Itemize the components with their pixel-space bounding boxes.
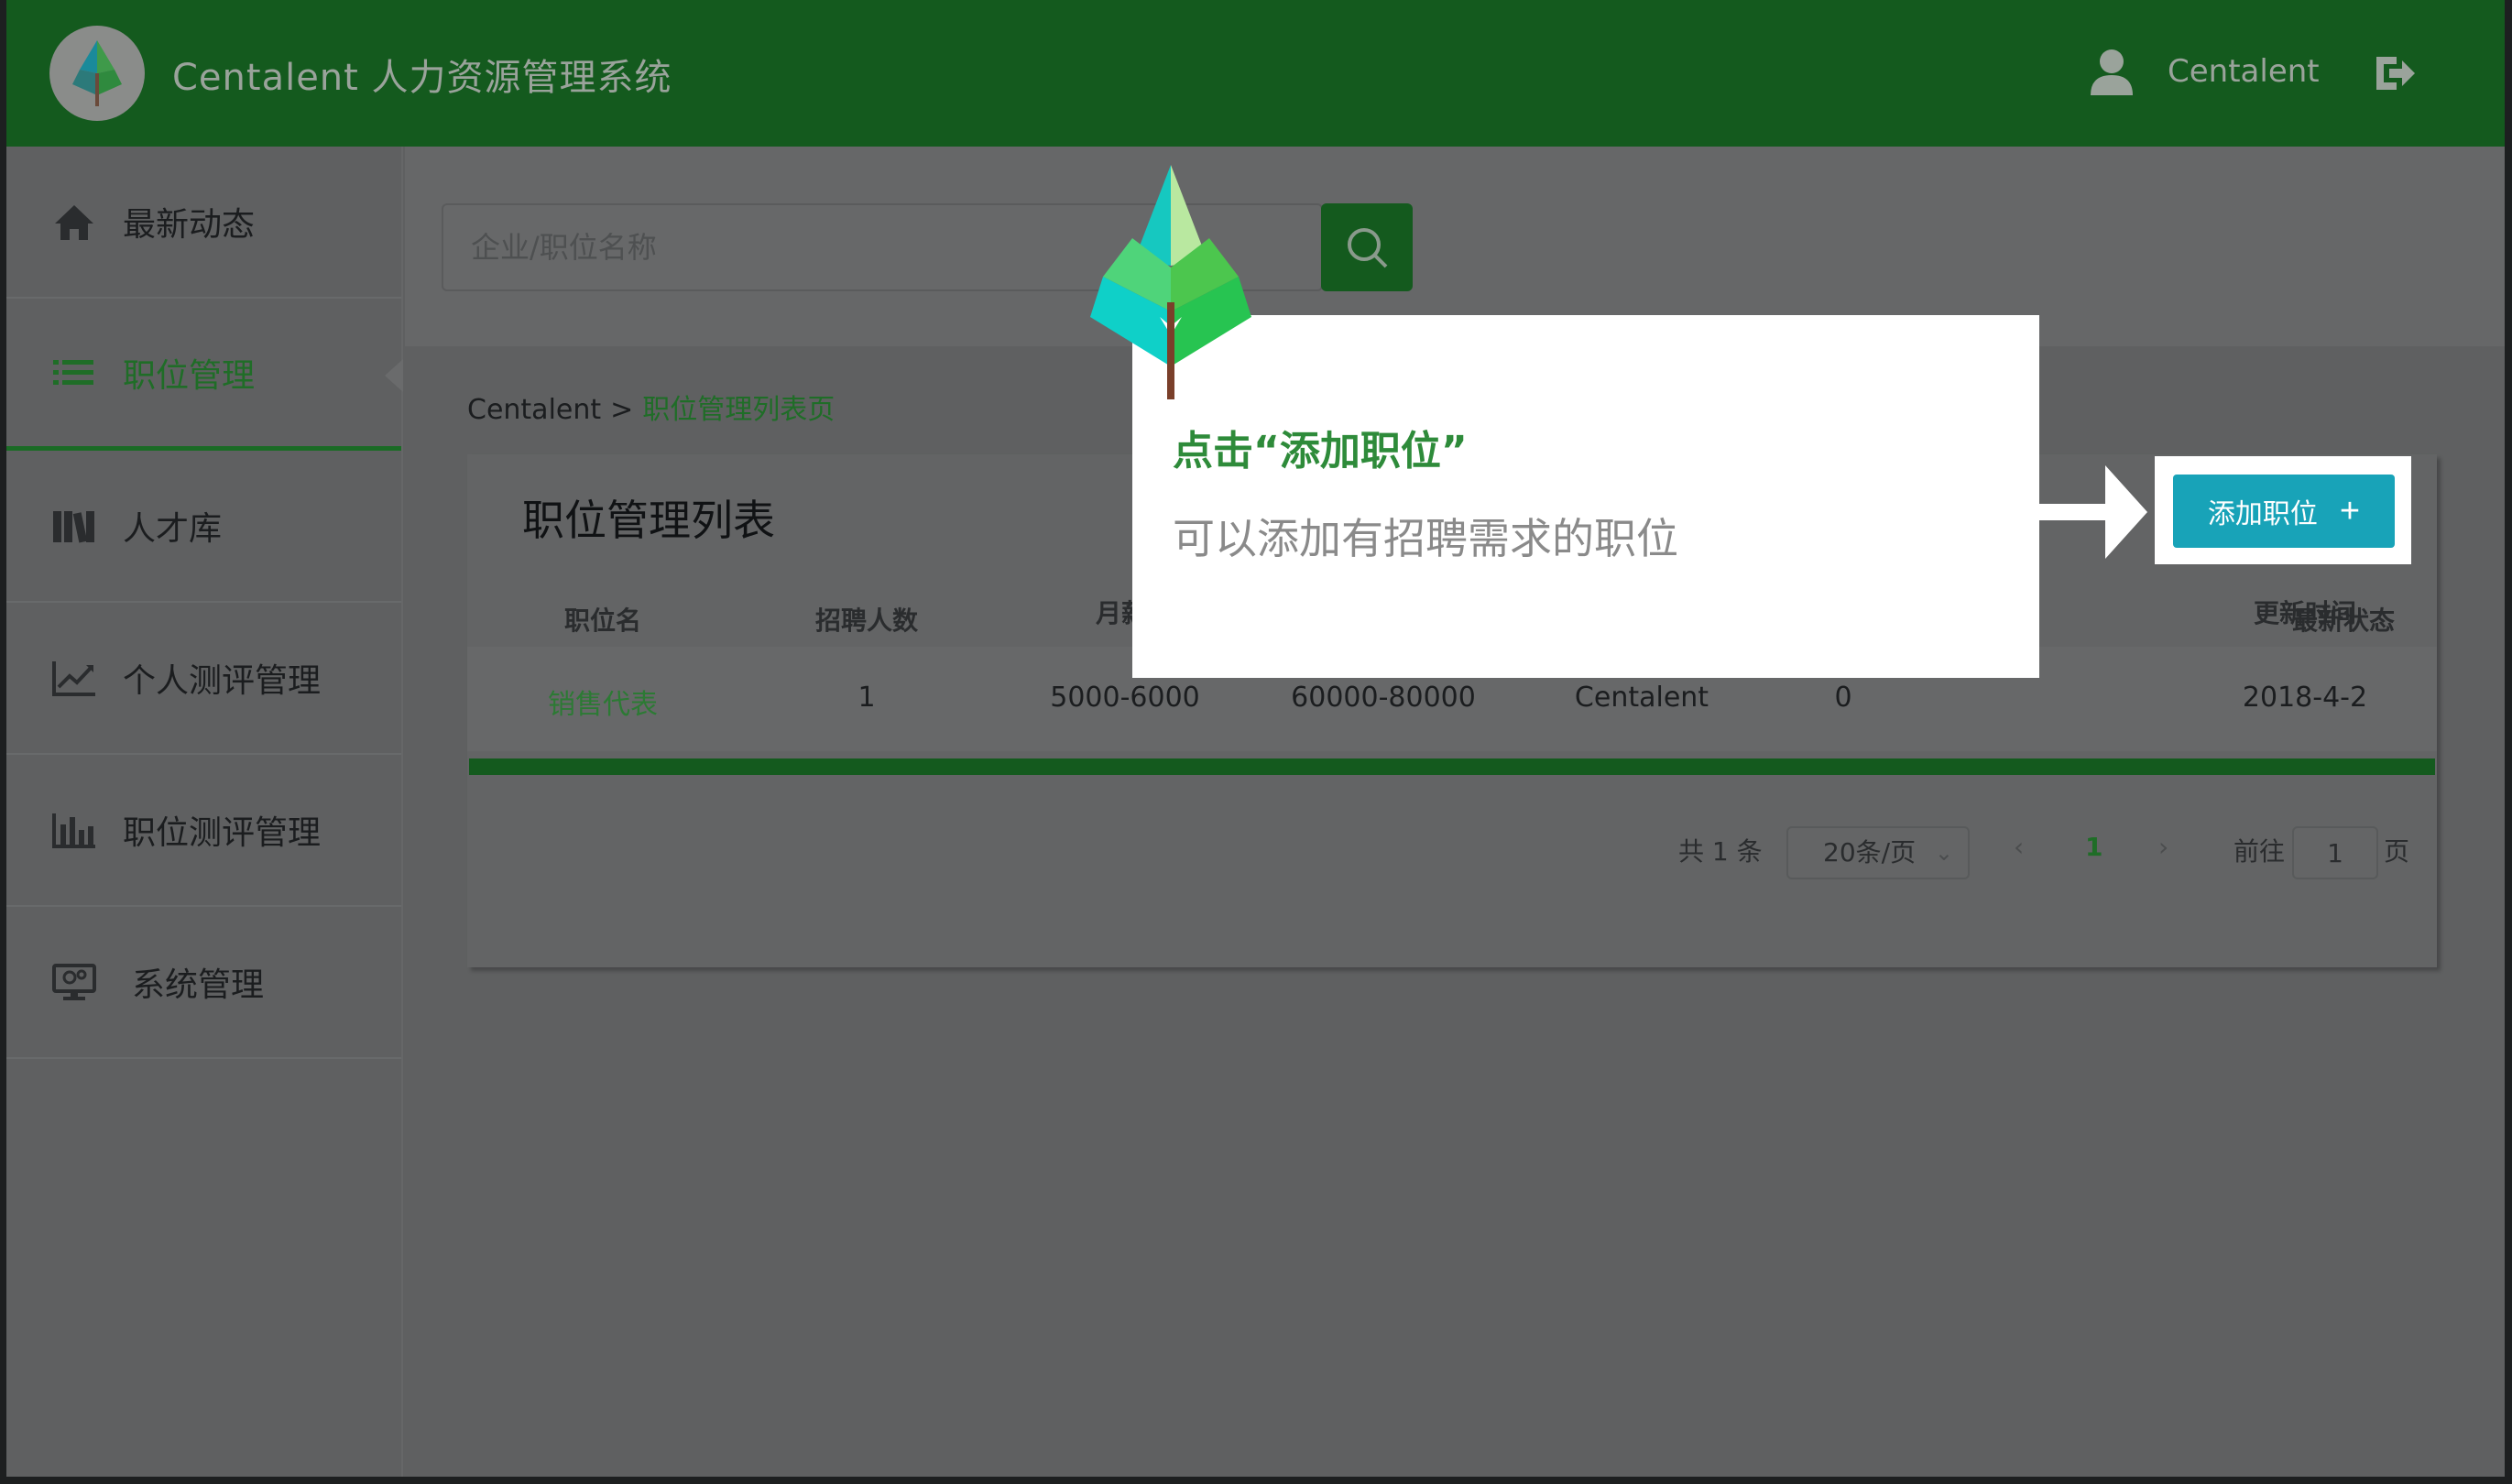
sidebar: 最新动态 职位管理 人才库 个人测评管理 职位测评管理 系统管理 <box>0 147 403 1484</box>
window-frame-right <box>2505 0 2512 1484</box>
add-position-label: 添加职位 <box>2207 499 2318 529</box>
top-header: Centalent 人力资源管理系统 Centalent <box>0 0 2512 147</box>
cell-applications: 0 <box>1834 682 1852 714</box>
plus-icon: + <box>2339 492 2361 530</box>
sidebar-item-personal-assessment[interactable]: 个人测评管理 <box>0 603 401 755</box>
card-title: 职位管理列表 <box>522 496 775 545</box>
column-header: 招聘人数 <box>814 606 919 636</box>
cell-monthly-salary: 5000-6000 <box>1050 682 1200 714</box>
tooltip-body: 可以添加有招聘需求的职位 <box>1173 514 1678 563</box>
sidebar-item-position-assessment[interactable]: 职位测评管理 <box>0 755 401 907</box>
chevron-left-icon[interactable]: ‹ <box>2014 832 2024 862</box>
breadcrumb-separator: > <box>610 394 634 426</box>
cell-count: 1 <box>857 682 876 714</box>
arrow-right-icon <box>2039 465 2147 559</box>
page-size-select[interactable]: 20条/页 ⌄ <box>1786 826 1970 879</box>
sidebar-item-positions[interactable]: 职位管理 <box>0 299 403 451</box>
bar-chart-icon <box>52 813 95 848</box>
list-icon <box>53 359 93 385</box>
breadcrumb-root[interactable]: Centalent <box>467 394 601 426</box>
tree-mascot-icon <box>1090 165 1251 399</box>
active-indicator <box>385 359 403 392</box>
sidebar-item-label: 人才库 <box>123 510 223 548</box>
window-frame-bottom <box>0 1477 2512 1484</box>
table-scrollbar[interactable] <box>469 758 2435 775</box>
line-chart-icon <box>52 661 95 696</box>
sidebar-item-label: 个人测评管理 <box>123 662 322 700</box>
sidebar-item-system[interactable]: 系统管理 <box>0 907 401 1059</box>
leaf-logo-icon[interactable] <box>49 26 145 121</box>
add-position-button[interactable]: 添加职位 + <box>2173 475 2395 548</box>
pagination-total: 共 1 条 <box>1678 836 1763 867</box>
user-name[interactable]: Centalent <box>2168 53 2320 90</box>
page-suffix: 页 <box>2384 836 2410 867</box>
logout-icon[interactable] <box>2373 53 2417 93</box>
user-icon[interactable] <box>2089 48 2135 95</box>
breadcrumb-current: 职位管理列表页 <box>642 394 836 426</box>
app-title: Centalent 人力资源管理系统 <box>172 57 672 99</box>
column-header-updated: 更新时间 <box>2253 598 2357 628</box>
sidebar-item-news[interactable]: 最新动态 <box>0 147 401 299</box>
cell-updated: 2018-4-2 <box>2242 682 2368 714</box>
current-page[interactable]: 1 <box>2085 832 2102 862</box>
window-frame-left <box>0 0 6 1484</box>
goto-label: 前往 <box>2233 836 2286 867</box>
column-header: 职位名 <box>563 606 642 636</box>
cell-annual-salary: 60000-80000 <box>1291 682 1476 714</box>
chevron-down-icon: ⌄ <box>1934 840 1953 866</box>
sidebar-item-label: 最新动态 <box>123 206 256 244</box>
page-size-value: 20条/页 <box>1823 837 1917 867</box>
sidebar-item-talent-pool[interactable]: 人才库 <box>0 451 401 603</box>
search-icon <box>1348 228 1388 268</box>
sidebar-item-label: 系统管理 <box>132 966 265 1004</box>
breadcrumb: Centalent > 职位管理列表页 <box>467 387 835 427</box>
tutorial-tooltip: 点击“添加职位” 可以添加有招聘需求的职位 <box>1132 315 2039 678</box>
search-button[interactable] <box>1321 203 1413 291</box>
library-icon <box>53 511 94 543</box>
sidebar-item-label: 职位测评管理 <box>123 814 322 852</box>
monitor-settings-icon <box>52 964 96 1000</box>
sidebar-item-label: 职位管理 <box>123 356 256 395</box>
goto-page-input[interactable] <box>2292 826 2378 879</box>
chevron-right-icon[interactable]: › <box>2158 832 2168 862</box>
home-icon <box>55 205 93 240</box>
tooltip-heading: 点击“添加职位” <box>1173 428 1468 475</box>
cell-company: Centalent <box>1574 682 1709 714</box>
position-name-link[interactable]: 销售代表 <box>548 682 658 722</box>
